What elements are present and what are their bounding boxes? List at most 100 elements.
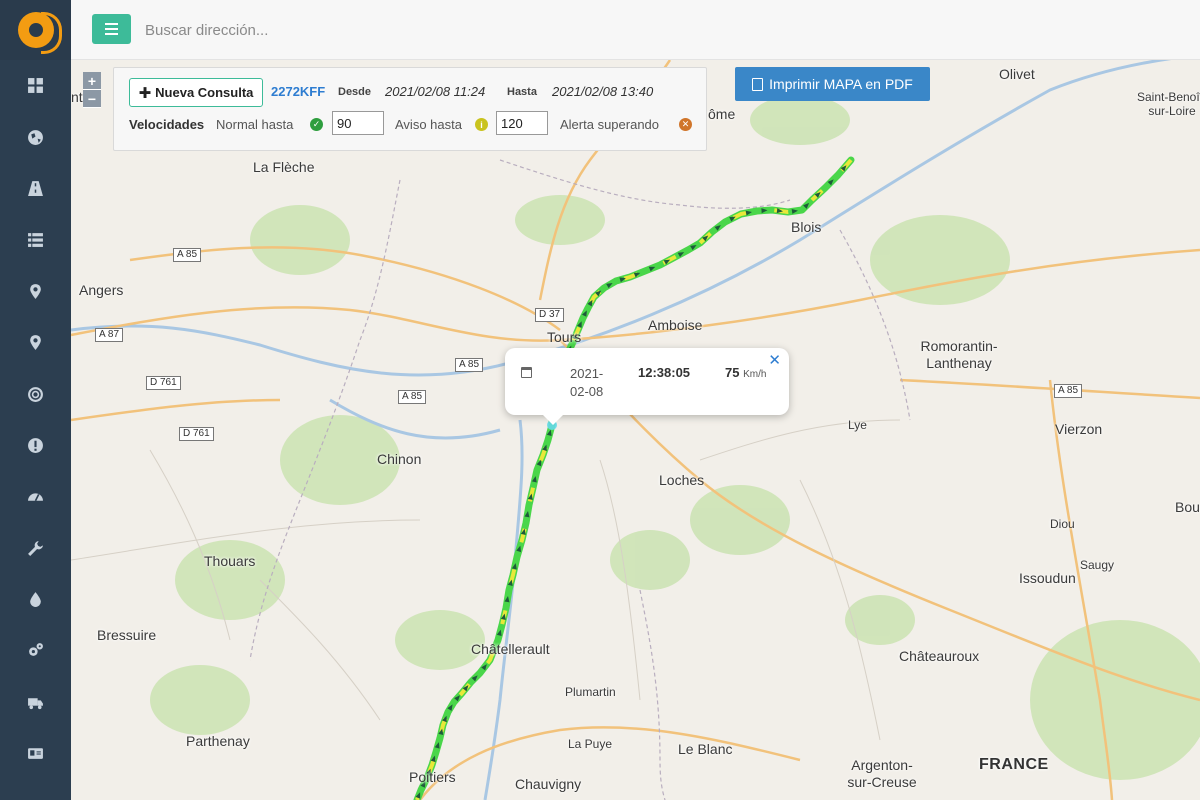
place-label: Olivet [999,66,1035,82]
truck-icon [28,698,43,709]
sidebar-item-vehicles[interactable] [0,677,71,728]
road-shield: D 761 [146,376,181,390]
point-info-popup: ✕ 2021- 02-08 12:38:05 75 Km/h [505,348,789,425]
popup-speed-value: 75 [725,365,740,380]
road-shield: A 85 [1054,384,1083,398]
close-icon[interactable]: ✕ [768,351,781,369]
sidebar-item-maintenance[interactable] [0,523,71,574]
info-circle-icon: i [475,118,488,131]
to-value: 2021/02/08 13:40 [552,84,654,99]
pdf-file-icon [752,77,764,91]
address-search-input[interactable] [145,14,645,46]
road-shield: D 37 [535,308,565,322]
popup-date: 2021- 02-08 [570,366,604,399]
place-label: Plumartin [565,685,616,699]
sidebar-item-dashboard[interactable] [0,60,71,111]
road-shield: A 85 [455,358,484,372]
normal-speed-input[interactable] [332,111,384,135]
wrench-icon [28,540,43,556]
map-pin-icon [30,335,41,351]
place-label: Vierzon [1055,421,1103,437]
place-label: Argenton-sur-Creuse [847,757,917,790]
road-shield: A 85 [173,248,202,262]
sidebar-item-road[interactable] [0,163,71,214]
place-label: Blois [791,219,822,235]
sidebar-item-target[interactable] [0,368,71,419]
zoom-in-button[interactable]: + [83,72,101,90]
settings-cogs-icon [29,643,43,657]
hamburger-icon [105,23,118,25]
place-label: Châtellerault [471,641,550,657]
road-shield: A 87 [95,328,124,342]
new-query-label: Nueva Consulta [155,85,254,100]
vehicle-plate[interactable]: 2272KFF [271,84,325,99]
query-panel: ✚ Nueva Consulta 2272KFF Desde 2021/02/0… [113,67,707,151]
place-label: Thouars [204,553,256,569]
place-label: Angers [79,282,124,298]
zoom-out-button[interactable]: − [83,90,101,108]
card-icon [28,799,43,800]
warning-speed-label: Aviso hasta [395,117,462,132]
place-label: Poitiers [409,769,456,785]
sidebar-nav [0,60,71,800]
fuel-drop-icon [30,592,41,608]
popup-speed-unit: Km/h [743,369,767,380]
sidebar-item-speed[interactable] [0,471,71,522]
plus-icon: ✚ [138,84,152,102]
id-card-icon [28,748,43,760]
hamburger-line [105,33,118,35]
sidebar-item-marker[interactable] [0,266,71,317]
place-label: Tours [547,329,582,345]
warning-speed-input[interactable] [496,111,548,135]
place-label: Saugy [1080,558,1115,572]
popup-time: 12:38:05 [638,365,691,380]
sidebar-item-fuel[interactable] [0,574,71,625]
speeds-label: Velocidades [129,117,205,132]
place-label: Romorantin-Lanthenay [920,338,998,371]
place-label: Saint-Benoît-sur-Loire [1136,90,1200,118]
place-label: ôme [708,106,736,122]
calendar-icon [521,367,532,378]
app-logo[interactable] [0,0,71,60]
sidebar-item-pin[interactable] [0,317,71,368]
topbar [71,0,1200,60]
sidebar-item-list[interactable] [0,214,71,265]
hamburger-line [105,28,118,30]
normal-speed-label: Normal hasta [216,117,294,132]
alert-speed-label: Alerta superando [560,117,660,132]
sidebar [0,0,71,800]
sidebar-item-cards[interactable] [0,779,71,800]
map-marker-icon [30,283,41,299]
sidebar-item-settings[interactable] [0,625,71,676]
menu-toggle-button[interactable] [92,14,131,44]
place-label: Bressuire [97,627,157,643]
place-label-country: FRANCE [979,756,1049,773]
alert-icon [28,437,43,453]
map-canvas[interactable]: Olivet Saint-Benoît-sur-Loire La Flèche … [71,60,1200,800]
zoom-control: + − [83,72,101,108]
from-label: Desde [338,86,372,98]
print-pdf-button[interactable]: Imprimir MAPA en PDF [735,67,930,101]
road-icon [28,181,43,196]
place-label: Parthenay [186,733,250,749]
place-label: La Flèche [253,159,315,175]
sidebar-item-drivers[interactable] [0,728,71,779]
place-label: Issoudun [1019,570,1076,586]
from-value: 2021/02/08 11:24 [385,84,486,99]
alert-x-circle-icon: ✕ [679,118,692,131]
popup-speed: 75 Km/h [725,365,766,380]
sidebar-item-globe[interactable] [0,111,71,162]
map-base-layer [71,60,1200,800]
place-label: Amboise [648,317,703,333]
list-icon [28,233,43,248]
place-label: Chinon [377,451,422,467]
road-shield: A 85 [398,390,427,404]
place-label: Le Blanc [678,741,733,757]
target-icon [28,386,43,402]
globe-icon [28,129,43,145]
place-label: Diou [1050,517,1075,531]
print-pdf-label: Imprimir MAPA en PDF [769,76,913,92]
place-label: La Puye [568,737,613,751]
new-query-button[interactable]: ✚ Nueva Consulta [129,78,263,107]
sidebar-item-alerts[interactable] [0,420,71,471]
